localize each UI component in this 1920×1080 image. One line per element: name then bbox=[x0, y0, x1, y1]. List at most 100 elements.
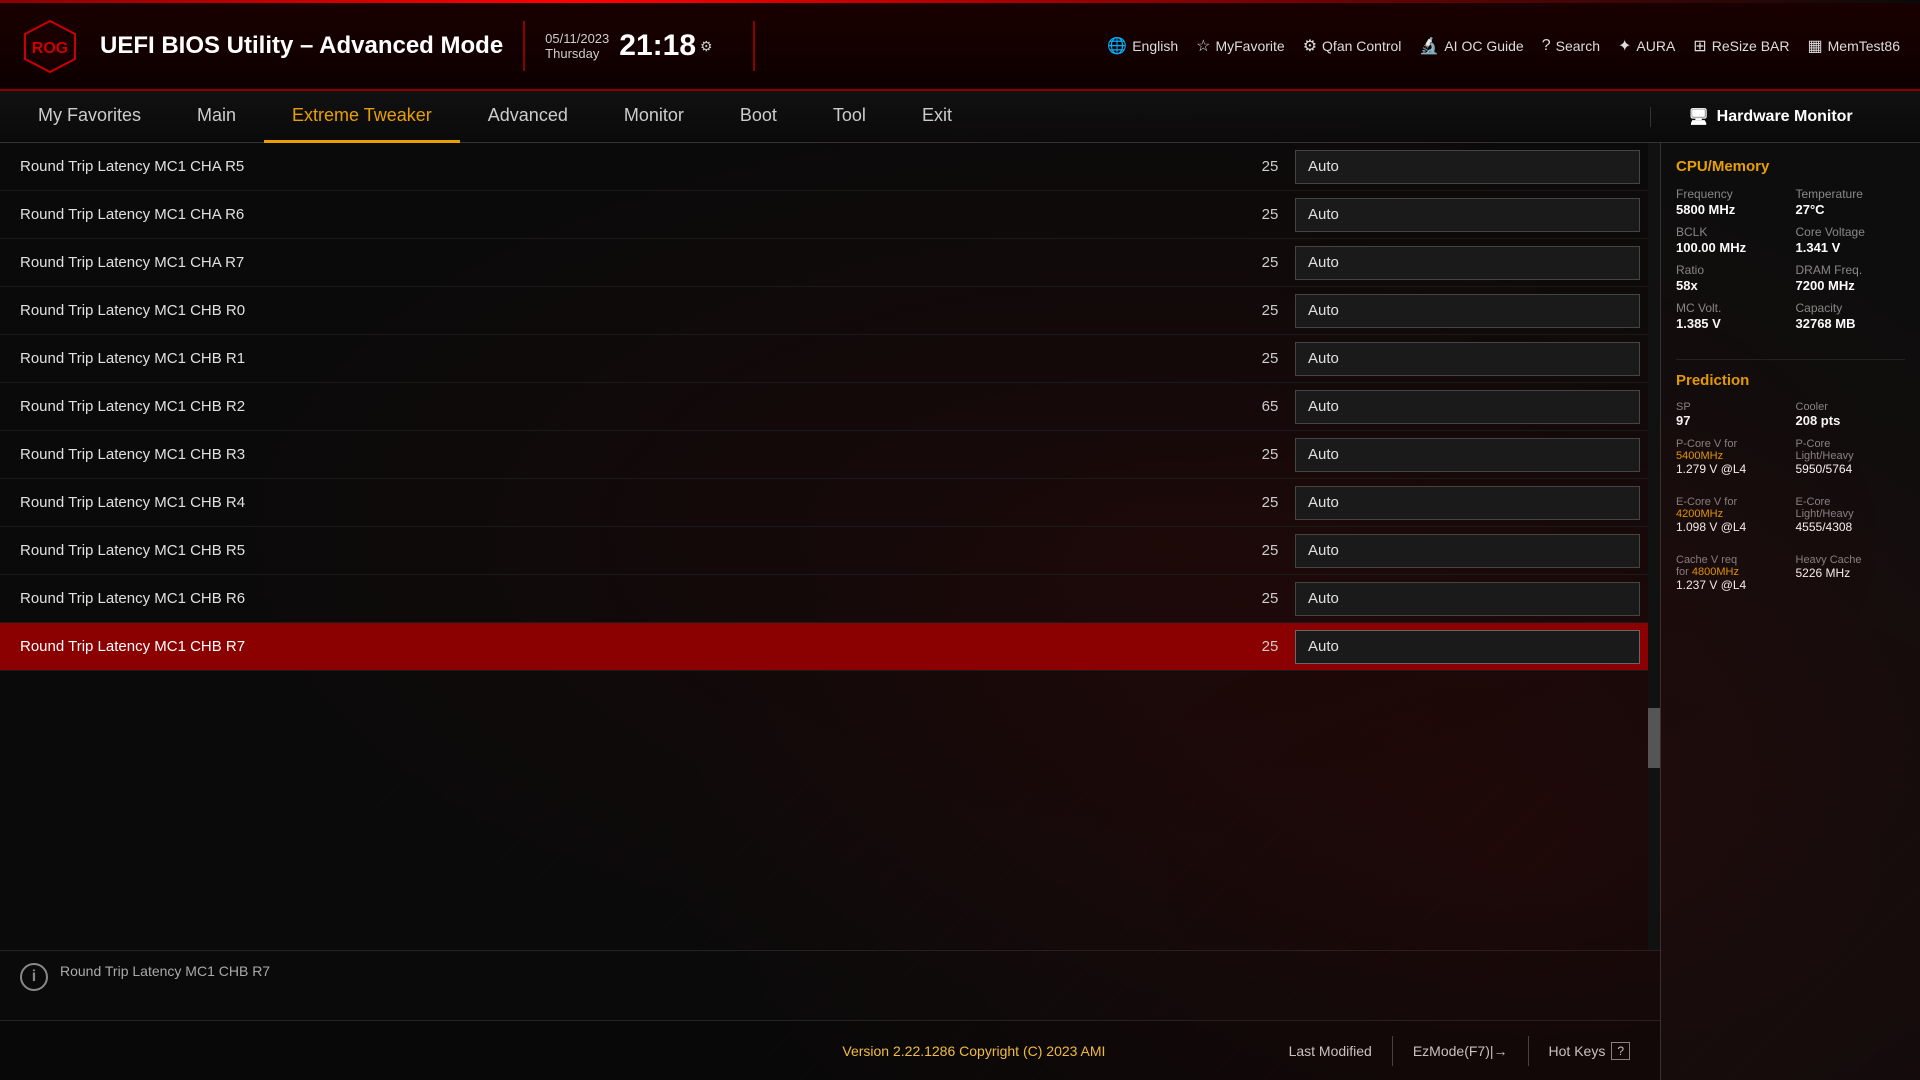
ez-mode-button[interactable]: EzMode(F7)|→ bbox=[1413, 1043, 1508, 1059]
ecore-grid: E-Core V for 4200MHz 1.098 V @L4 E-CoreL… bbox=[1676, 496, 1905, 534]
ratio-value: 58x bbox=[1676, 278, 1786, 293]
globe-icon: 🌐 bbox=[1107, 36, 1127, 56]
bclk-label: BCLK bbox=[1676, 225, 1786, 239]
pcore-v-item: P-Core V for 5400MHz 1.279 V @L4 bbox=[1676, 438, 1786, 476]
header-divider-2 bbox=[753, 21, 755, 71]
time-display: 21:18 bbox=[619, 31, 696, 61]
nav-advanced[interactable]: Advanced bbox=[460, 91, 596, 143]
setting-name-mc1-cha-r7: Round Trip Latency MC1 CHA R7 bbox=[20, 254, 1245, 271]
setting-name-mc1-chb-r3: Round Trip Latency MC1 CHB R3 bbox=[20, 446, 1245, 463]
dropdown-mc1-chb-r2[interactable]: Auto bbox=[1295, 390, 1640, 424]
setting-name-mc1-cha-r5: Round Trip Latency MC1 CHA R5 bbox=[20, 158, 1245, 175]
dram-freq-item: DRAM Freq. 7200 MHz bbox=[1796, 263, 1906, 293]
tool-aioc[interactable]: 🔬 AI OC Guide bbox=[1419, 36, 1523, 56]
dropdown-mc1-cha-r7[interactable]: Auto bbox=[1295, 246, 1640, 280]
row-mc1-chb-r3[interactable]: Round Trip Latency MC1 CHB R3 25 Auto bbox=[0, 431, 1660, 479]
pcore-lh-label: P-CoreLight/Heavy bbox=[1796, 438, 1906, 462]
setting-name-mc1-cha-r6: Round Trip Latency MC1 CHA R6 bbox=[20, 206, 1245, 223]
dropdown-mc1-chb-r0[interactable]: Auto bbox=[1295, 294, 1640, 328]
cache-v-item: Cache V reqfor 4800MHz 1.237 V @L4 bbox=[1676, 554, 1786, 592]
bclk-item: BCLK 100.00 MHz bbox=[1676, 225, 1786, 255]
hw-divider bbox=[1676, 359, 1905, 360]
dropdown-mc1-cha-r5[interactable]: Auto bbox=[1295, 150, 1640, 184]
setting-val-mc1-chb-r7: 25 bbox=[1245, 638, 1295, 655]
setting-val-mc1-chb-r5: 25 bbox=[1245, 542, 1295, 559]
row-mc1-cha-r7[interactable]: Round Trip Latency MC1 CHA R7 25 Auto bbox=[0, 239, 1660, 287]
tool-english[interactable]: 🌐 English bbox=[1107, 36, 1178, 56]
nav-monitor[interactable]: Monitor bbox=[596, 91, 712, 143]
row-mc1-cha-r5[interactable]: Round Trip Latency MC1 CHA R5 25 Auto bbox=[0, 143, 1660, 191]
freq-value: 5800 MHz bbox=[1676, 202, 1786, 217]
capacity-item: Capacity 32768 MB bbox=[1796, 301, 1906, 331]
tool-aura[interactable]: ✦ AURA bbox=[1618, 36, 1675, 56]
tool-qfan-label: Qfan Control bbox=[1322, 38, 1401, 54]
tool-memtest[interactable]: ▦ MemTest86 bbox=[1808, 36, 1900, 56]
hot-keys-button[interactable]: Hot Keys ? bbox=[1549, 1042, 1631, 1060]
tool-aioc-label: AI OC Guide bbox=[1444, 38, 1523, 54]
scrollbar-thumb[interactable] bbox=[1648, 708, 1660, 768]
row-mc1-chb-r5[interactable]: Round Trip Latency MC1 CHB R5 25 Auto bbox=[0, 527, 1660, 575]
cache-freq: 4800MHz bbox=[1692, 566, 1739, 578]
favorite-icon: ☆ bbox=[1196, 36, 1210, 56]
row-mc1-chb-r2[interactable]: Round Trip Latency MC1 CHB R2 65 Auto bbox=[0, 383, 1660, 431]
prediction-grid: SP 97 Cooler 208 pts bbox=[1676, 401, 1905, 428]
cache-v-label: Cache V reqfor 4800MHz bbox=[1676, 554, 1786, 578]
setting-val-mc1-chb-r1: 25 bbox=[1245, 350, 1295, 367]
cache-block: Cache V reqfor 4800MHz 1.237 V @L4 Heavy… bbox=[1676, 554, 1905, 602]
mc-volt-label: MC Volt. bbox=[1676, 301, 1786, 315]
nav-main[interactable]: Main bbox=[169, 91, 264, 143]
setting-val-mc1-chb-r6: 25 bbox=[1245, 590, 1295, 607]
temp-value: 27°C bbox=[1796, 202, 1906, 217]
dropdown-mc1-chb-r6[interactable]: Auto bbox=[1295, 582, 1640, 616]
dropdown-mc1-cha-r6[interactable]: Auto bbox=[1295, 198, 1640, 232]
setting-val-mc1-chb-r0: 25 bbox=[1245, 302, 1295, 319]
ratio-item: Ratio 58x bbox=[1676, 263, 1786, 293]
body-area: Round Trip Latency MC1 CHA R5 25 Auto Ro… bbox=[0, 143, 1920, 1080]
dram-freq-value: 7200 MHz bbox=[1796, 278, 1906, 293]
footer-actions: Last Modified EzMode(F7)|→ Hot Keys ? bbox=[1289, 1036, 1630, 1066]
pcore-freq: 5400MHz bbox=[1676, 450, 1723, 462]
pcore-v-value: 1.279 V @L4 bbox=[1676, 462, 1786, 476]
day-display: Thursday bbox=[545, 46, 609, 61]
ai-icon: 🔬 bbox=[1419, 36, 1439, 56]
setting-name-mc1-chb-r7: Round Trip Latency MC1 CHB R7 bbox=[20, 638, 1245, 655]
sp-item: SP 97 bbox=[1676, 401, 1786, 428]
tool-qfan[interactable]: ⚙ Qfan Control bbox=[1303, 36, 1402, 56]
freq-item: Frequency 5800 MHz bbox=[1676, 187, 1786, 217]
nav-exit[interactable]: Exit bbox=[894, 91, 980, 143]
cache-grid: Cache V reqfor 4800MHz 1.237 V @L4 Heavy… bbox=[1676, 554, 1905, 592]
dropdown-mc1-chb-r1[interactable]: Auto bbox=[1295, 342, 1640, 376]
dropdown-mc1-chb-r7[interactable]: Auto bbox=[1295, 630, 1640, 664]
dropdown-mc1-chb-r3[interactable]: Auto bbox=[1295, 438, 1640, 472]
dropdown-mc1-chb-r5[interactable]: Auto bbox=[1295, 534, 1640, 568]
row-mc1-chb-r6[interactable]: Round Trip Latency MC1 CHB R6 25 Auto bbox=[0, 575, 1660, 623]
row-mc1-chb-r0[interactable]: Round Trip Latency MC1 CHB R0 25 Auto bbox=[0, 287, 1660, 335]
nav-extreme-tweaker[interactable]: Extreme Tweaker bbox=[264, 91, 460, 143]
footer-version: Version 2.22.1286 Copyright (C) 2023 AMI bbox=[659, 1043, 1288, 1059]
row-mc1-chb-r4[interactable]: Round Trip Latency MC1 CHB R4 25 Auto bbox=[0, 479, 1660, 527]
tool-myfavorite[interactable]: ☆ MyFavorite bbox=[1196, 36, 1285, 56]
capacity-value: 32768 MB bbox=[1796, 316, 1906, 331]
tool-search[interactable]: ? Search bbox=[1542, 37, 1600, 55]
ecore-lh-value: 4555/4308 bbox=[1796, 520, 1906, 534]
cooler-label: Cooler bbox=[1796, 401, 1906, 413]
tool-aura-label: AURA bbox=[1636, 38, 1675, 54]
last-modified-button[interactable]: Last Modified bbox=[1289, 1043, 1372, 1059]
scrollbar[interactable] bbox=[1648, 143, 1660, 950]
nav-tool[interactable]: Tool bbox=[805, 91, 894, 143]
setting-val-mc1-chb-r3: 25 bbox=[1245, 446, 1295, 463]
bclk-value: 100.00 MHz bbox=[1676, 240, 1786, 255]
setting-val-mc1-cha-r7: 25 bbox=[1245, 254, 1295, 271]
pcore-grid: P-Core V for 5400MHz 1.279 V @L4 P-CoreL… bbox=[1676, 438, 1905, 476]
row-mc1-chb-r7[interactable]: Round Trip Latency MC1 CHB R7 25 Auto bbox=[0, 623, 1660, 671]
tool-resizebar[interactable]: ⊞ ReSize BAR bbox=[1693, 36, 1789, 56]
temp-item: Temperature 27°C bbox=[1796, 187, 1906, 217]
monitor-panel-label: Hardware Monitor bbox=[1717, 108, 1853, 126]
sp-value: 97 bbox=[1676, 413, 1786, 428]
row-mc1-cha-r6[interactable]: Round Trip Latency MC1 CHA R6 25 Auto bbox=[0, 191, 1660, 239]
nav-my-favorites[interactable]: My Favorites bbox=[10, 91, 169, 143]
row-mc1-chb-r1[interactable]: Round Trip Latency MC1 CHB R1 25 Auto bbox=[0, 335, 1660, 383]
dropdown-mc1-chb-r4[interactable]: Auto bbox=[1295, 486, 1640, 520]
nav-boot[interactable]: Boot bbox=[712, 91, 805, 143]
gear-icon[interactable]: ⚙ bbox=[700, 38, 713, 55]
